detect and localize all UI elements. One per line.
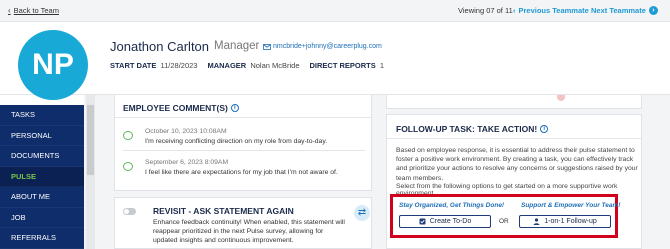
- one-on-one-label: 1-on-1 Follow-up: [544, 218, 597, 225]
- next-label: Next Teammate: [591, 6, 646, 15]
- direct-reports: DIRECT REPORTS 1: [310, 61, 385, 70]
- profile-meta: START DATE 11/28/2023 MANAGER Nolan McBr…: [110, 61, 384, 70]
- info-icon[interactable]: i: [540, 125, 549, 133]
- email-icon: [263, 43, 271, 50]
- left-action-heading: Stay Organized, Get Things Done!: [399, 202, 505, 209]
- revisit-toggle[interactable]: [123, 208, 136, 215]
- page: ‹ Back to Team Viewing 07 of 11 ‹ Previo…: [0, 0, 670, 249]
- create-todo-label: Create To-Do: [429, 218, 472, 225]
- revisit-card: REVISIT - ASK STATEMENT AGAIN Enhance fe…: [114, 197, 372, 249]
- email-text: nmcbride+johnny@careerplug.com: [273, 43, 382, 50]
- sidebar-item-about-me[interactable]: ABOUT ME: [0, 187, 84, 208]
- back-label: Back to Team: [13, 6, 59, 15]
- divider: [387, 138, 641, 139]
- start-date: START DATE 11/28/2023: [110, 61, 197, 70]
- follow-up-actions: Stay Organized, Get Things Done! Support…: [390, 194, 621, 238]
- comment-date: September 6, 2023 8:09AM: [145, 159, 229, 166]
- sidebar-item-referrals[interactable]: REFERRALS: [0, 228, 84, 249]
- comment-date: October 10, 2023 10:08AM: [145, 128, 227, 135]
- previous-label: Previous Teammate: [518, 6, 589, 15]
- revisit-description: Enhance feedback continuity! When enable…: [153, 219, 345, 244]
- employee-name: Jonathon Carlton: [110, 39, 210, 54]
- email-link[interactable]: nmcbride+johnny@careerplug.com: [263, 43, 382, 50]
- chevron-left-icon: ‹: [513, 6, 516, 15]
- sidebar-nav: TASKS PERSONAL DOCUMENTS PULSE ABOUT ME …: [0, 105, 84, 249]
- refresh-icon[interactable]: ⇄: [354, 205, 370, 221]
- divider: [123, 150, 365, 151]
- or-separator: OR: [499, 218, 509, 225]
- previous-card-bottom: [386, 95, 642, 109]
- sidebar-item-job[interactable]: JOB: [0, 208, 84, 228]
- sidebar-item-personal[interactable]: PERSONAL: [0, 126, 84, 146]
- start-date-value: 11/28/2023: [160, 61, 198, 70]
- scrollbar[interactable]: [86, 95, 95, 249]
- checkbox-icon: [419, 218, 426, 225]
- person-icon: [533, 218, 540, 225]
- comments-title-text: EMPLOYEE COMMENT(S): [123, 103, 228, 113]
- avatar: NP: [18, 30, 88, 100]
- comment-text: I'm receiving conflicting direction on m…: [145, 138, 328, 145]
- profile-header: [0, 22, 670, 95]
- manager-label: MANAGER: [207, 61, 247, 70]
- sidebar-item-tasks[interactable]: TASKS: [0, 105, 84, 126]
- create-todo-button[interactable]: Create To-Do: [399, 215, 491, 228]
- viewing-count: Viewing 07 of 11: [458, 6, 513, 15]
- divider: [115, 117, 371, 118]
- decorative-fragment: [557, 95, 565, 101]
- previous-teammate-button[interactable]: ‹ Previous Teammate: [513, 6, 589, 15]
- comment-icon: [123, 131, 133, 140]
- employee-role: Manager: [214, 40, 260, 52]
- follow-up-body: Based on employee response, it is essent…: [396, 147, 638, 182]
- comment-icon: [123, 162, 133, 171]
- next-teammate-button[interactable]: Next Teammate ›: [591, 6, 658, 15]
- one-on-one-follow-up-button[interactable]: 1-on-1 Follow-up: [519, 215, 611, 228]
- follow-up-title-text: FOLLOW-UP TASK: TAKE ACTION!: [396, 124, 538, 134]
- back-to-team-link[interactable]: ‹ Back to Team: [8, 6, 59, 15]
- right-action-heading: Support & Empower Your Team!: [521, 202, 621, 209]
- info-icon[interactable]: i: [230, 104, 239, 112]
- top-bar: ‹ Back to Team Viewing 07 of 11 ‹ Previo…: [0, 0, 670, 22]
- chevron-right-icon: ›: [648, 6, 658, 15]
- manager: MANAGER Nolan McBride: [207, 61, 299, 70]
- sidebar-item-documents[interactable]: DOCUMENTS: [0, 146, 84, 167]
- follow-up-title: FOLLOW-UP TASK: TAKE ACTION! i: [396, 124, 549, 134]
- scrollbar-thumb[interactable]: [87, 105, 94, 175]
- direct-reports-label: DIRECT REPORTS: [309, 61, 376, 70]
- employee-comments-card: EMPLOYEE COMMENT(S) i October 10, 2023 1…: [114, 95, 372, 191]
- chevron-left-icon: ‹: [8, 6, 11, 15]
- manager-value: Nolan McBride: [250, 61, 300, 70]
- comment-text: I feel like there are expectations for m…: [145, 169, 338, 176]
- comments-title: EMPLOYEE COMMENT(S) i: [123, 103, 239, 113]
- start-date-label: START DATE: [110, 61, 157, 70]
- revisit-title: REVISIT - ASK STATEMENT AGAIN: [153, 206, 294, 216]
- sidebar-item-pulse[interactable]: PULSE: [0, 166, 84, 187]
- direct-reports-value: 1: [379, 61, 385, 70]
